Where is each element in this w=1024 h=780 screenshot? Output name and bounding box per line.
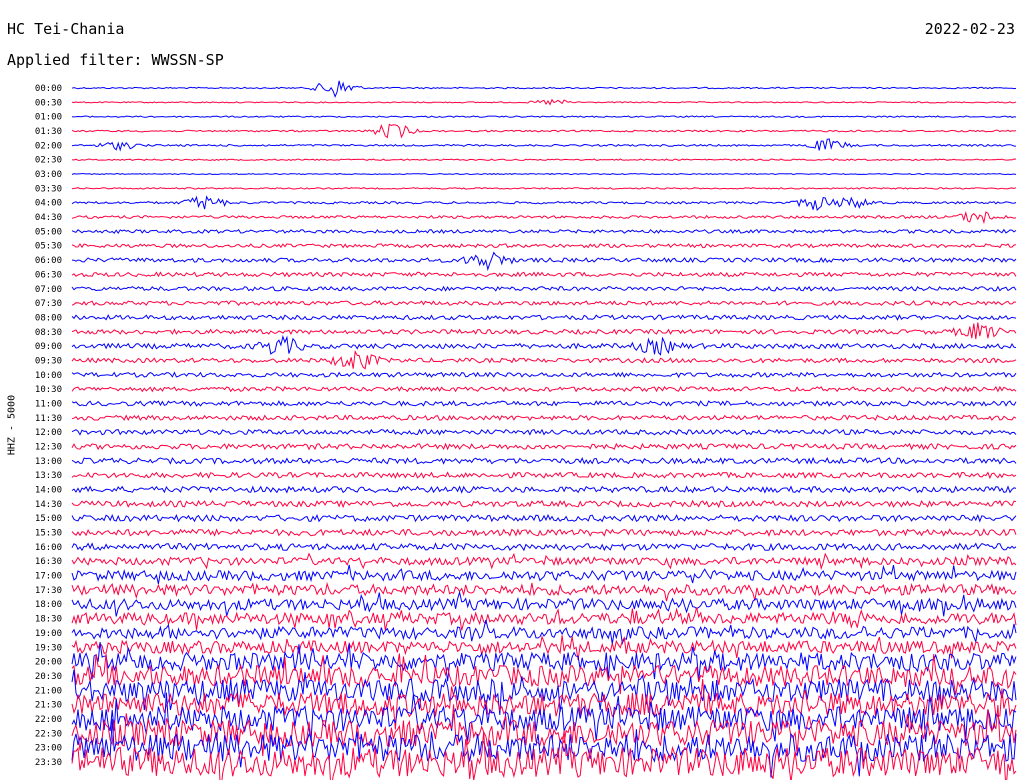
trace-line [71,80,1017,98]
row-time-label: 14:00 [35,486,62,496]
trace-line [71,138,1017,152]
row-time-label: 07:00 [35,285,62,295]
trace-line [71,400,1017,407]
row-time-label: 03:00 [35,170,62,180]
trace-line [71,187,1017,190]
trace-line [71,471,1017,480]
row-time-label: 17:00 [35,572,62,582]
row-time-label: 18:30 [35,615,62,625]
row-time-label: 13:30 [35,471,62,481]
row-time-label: 12:30 [35,443,62,453]
row-time-label: 05:00 [35,227,62,237]
row-time-label: 20:30 [35,672,62,682]
row-time-label: 11:00 [35,399,62,409]
trace-line [71,371,1017,379]
row-time-label: 16:30 [35,557,62,567]
trace-line [71,285,1017,292]
row-time-label: 04:00 [35,199,62,209]
row-time-label: 10:30 [35,385,62,395]
row-time-label: 03:30 [35,184,62,194]
trace-line [71,195,1017,212]
row-time-label: 20:00 [35,658,62,668]
trace-line [71,271,1017,278]
trace-line [71,428,1017,436]
trace-line [71,581,1017,602]
row-time-label: 05:30 [35,242,62,252]
row-time-label: 01:30 [35,127,62,137]
trace-line [71,590,1017,617]
row-time-label: 04:30 [35,213,62,223]
row-time-label: 06:30 [35,270,62,280]
trace-line [71,349,1017,370]
trace-line [71,334,1017,356]
trace-line [71,414,1017,422]
helicorder-plot: 00:00 00:30 01:00 01:30 02:00 02:30 03:00 03:30… [35,80,1017,780]
row-time-label: 15:30 [35,529,62,539]
trace-line [71,499,1017,509]
row-time-label: 00:30 [35,98,62,108]
row-time-label: 13:00 [35,457,62,467]
row-time-label: 08:00 [35,313,62,323]
seismogram-page: HC Tei-Chania Applied filter: WWSSN-SP 2… [0,0,1024,780]
row-time-label: 07:30 [35,299,62,309]
trace-line [71,564,1017,585]
trace-line [71,513,1017,523]
row-time-label: 14:30 [35,500,62,510]
row-time-label: 23:00 [35,744,62,754]
row-time-label: 18:00 [35,600,62,610]
row-time-label: 15:00 [35,514,62,524]
row-time-label: 01:00 [35,113,62,123]
row-time-label: 23:30 [35,758,62,768]
row-time-label: 21:30 [35,701,62,711]
trace-line [71,98,1017,106]
trace-line [71,607,1017,631]
trace-line [71,173,1017,176]
trace-line [71,442,1017,451]
row-time-label: 11:30 [35,414,62,424]
row-time-label: 21:00 [35,686,62,696]
row-time-label: 19:00 [35,629,62,639]
row-time-label: 22:00 [35,715,62,725]
row-time-label: 09:00 [35,342,62,352]
trace-line [71,314,1017,321]
trace-line [71,300,1017,307]
trace-line [71,619,1017,646]
row-time-label: 02:00 [35,141,62,151]
trace-line [71,123,1017,139]
trace-line [71,115,1017,118]
trace-line [71,243,1017,249]
row-time-label: 12:00 [35,428,62,438]
trace-line [71,552,1017,571]
row-time-label: 19:30 [35,643,62,653]
trace-line [71,322,1017,340]
row-time-label: 17:30 [35,586,62,596]
trace-line [71,228,1017,235]
row-time-label: 06:00 [35,256,62,266]
trace-line [71,485,1017,494]
row-time-label: 02:30 [35,156,62,166]
trace-line [71,456,1017,465]
trace-line [71,210,1017,225]
row-time-label: 10:00 [35,371,62,381]
trace-line [71,251,1017,272]
trace-line [71,542,1017,552]
row-time-label: 22:30 [35,729,62,739]
trace-line [71,158,1017,161]
trace-line [71,385,1017,393]
row-time-label: 00:00 [35,84,62,94]
trace-line [71,528,1017,537]
row-time-label: 08:30 [35,328,62,338]
row-time-label: 09:30 [35,356,62,366]
row-time-label: 16:00 [35,543,62,553]
